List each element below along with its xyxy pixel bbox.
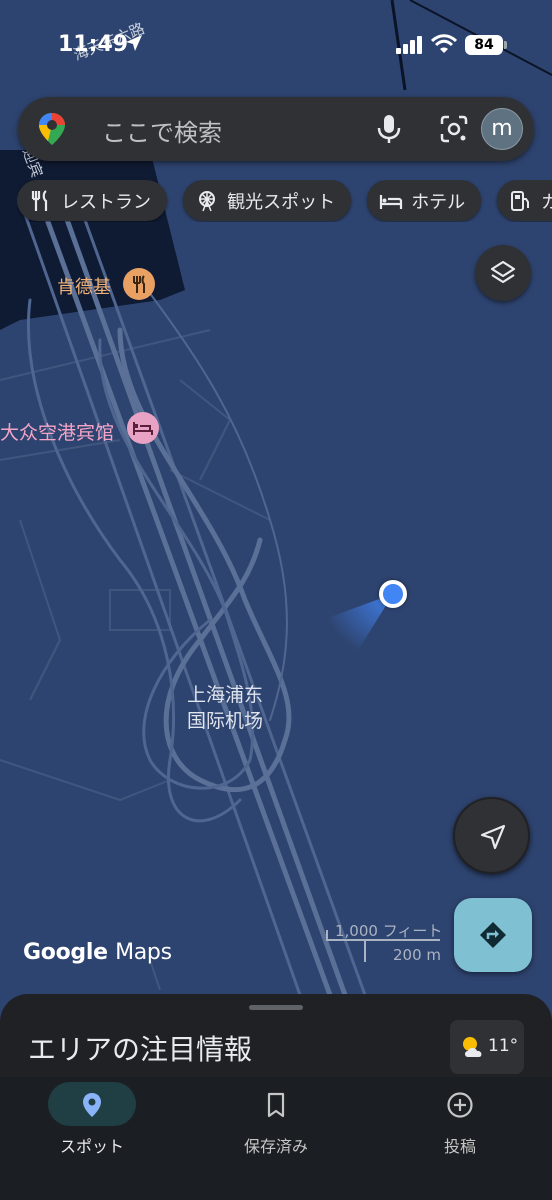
chip-restaurants[interactable]: レストラン <box>17 180 167 221</box>
layers-button[interactable] <box>475 245 531 301</box>
poi-hotel-label[interactable]: 大众空港宾馆 <box>0 418 114 445</box>
chip-label: レストラン <box>61 191 151 213</box>
chip-hotels[interactable]: ホテル <box>367 180 482 221</box>
fork-knife-icon <box>31 189 48 211</box>
airport-label[interactable]: 上海浦东 国际机场 <box>170 682 280 734</box>
place-pin-icon <box>83 1093 101 1117</box>
sheet-title: エリアの注目情報 <box>28 1033 253 1066</box>
scale-meters: 200 m <box>392 946 441 964</box>
battery-indicator: 84 <box>465 35 503 55</box>
logo-maps: Maps <box>115 940 172 965</box>
google-maps-pin-icon <box>39 113 65 145</box>
bed-icon <box>380 194 403 209</box>
current-location-dot[interactable] <box>379 580 407 608</box>
account-avatar[interactable]: m <box>481 108 523 150</box>
microphone-icon[interactable] <box>376 114 402 144</box>
my-location-button[interactable] <box>453 797 530 874</box>
tab-label: 保存済み <box>243 1137 308 1156</box>
battery-cap <box>504 41 507 49</box>
map-scale: 1,000 フィート 200 m <box>325 920 445 966</box>
cellular-signal-icon <box>396 36 422 54</box>
airport-label-line1: 上海浦东 <box>186 684 263 706</box>
partly-cloudy-icon <box>463 1037 482 1057</box>
category-chips: レストラン 観光スポット ホテル ガ <box>17 180 552 222</box>
scale-feet: 1,000 フィート <box>335 922 443 940</box>
bottom-navigation: スポット 保存済み 投稿 <box>0 1077 552 1200</box>
logo-google: Google <box>23 940 108 965</box>
ferris-wheel-icon <box>199 190 216 211</box>
tab-saved[interactable]: 保存済み <box>184 1077 368 1177</box>
bookmark-icon <box>267 1092 285 1118</box>
location-arrow-icon <box>126 35 142 51</box>
tab-contribute[interactable]: 投稿 <box>368 1077 552 1177</box>
search-input[interactable]: ここで検索 <box>102 113 222 148</box>
add-circle-icon <box>447 1092 473 1118</box>
chip-gas[interactable]: ガ <box>497 180 552 221</box>
gas-pump-icon <box>511 190 530 211</box>
airport-label-line2: 国际机场 <box>186 710 263 732</box>
google-maps-logo: Google Maps <box>23 940 172 965</box>
tab-explore[interactable]: スポット <box>0 1077 184 1177</box>
status-time: 11:49 <box>58 32 129 57</box>
wifi-icon <box>431 34 457 53</box>
chip-label: 観光スポット <box>227 191 336 213</box>
chip-label: ホテル <box>411 191 466 213</box>
weather-chip[interactable]: 11° <box>450 1020 524 1074</box>
status-bar: 11:49 84 <box>0 0 552 90</box>
google-lens-icon[interactable] <box>439 114 469 144</box>
layers-icon <box>490 260 516 284</box>
tab-label: スポット <box>59 1137 124 1156</box>
directions-button[interactable] <box>454 898 532 972</box>
chip-attractions[interactable]: 観光スポット <box>183 180 352 221</box>
bed-icon[interactable] <box>127 412 159 444</box>
tab-label: 投稿 <box>443 1137 476 1156</box>
search-bar[interactable]: ここで検索 m <box>18 97 534 161</box>
poi-restaurant-label[interactable]: 肯德基 <box>57 273 111 299</box>
directions-icon <box>480 922 506 948</box>
fork-knife-icon[interactable] <box>123 268 155 300</box>
sheet-drag-handle[interactable] <box>249 1005 303 1010</box>
weather-temp: 11° <box>488 1036 519 1056</box>
chip-label: ガ <box>541 191 552 213</box>
bottom-sheet[interactable]: エリアの注目情報 11° <box>0 994 552 1084</box>
navigation-arrow-icon <box>480 824 506 850</box>
